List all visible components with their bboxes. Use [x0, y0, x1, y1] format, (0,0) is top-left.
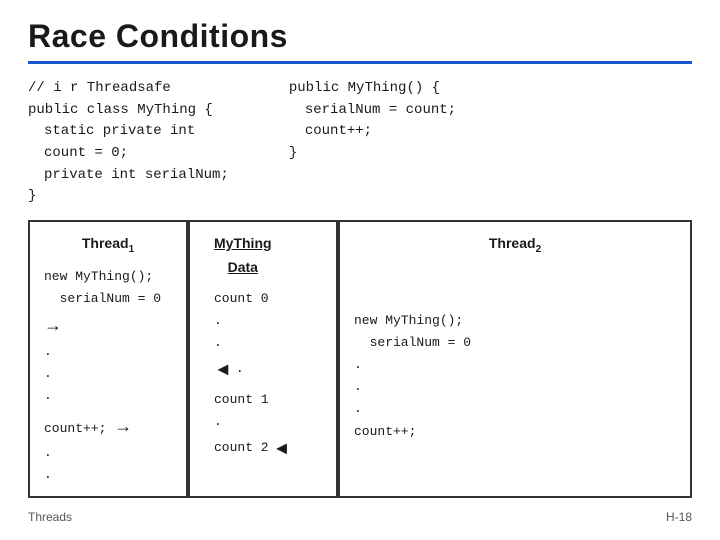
t2-line-1: new MyThing(); — [354, 310, 676, 332]
code-right-line-1: public MyThing() { — [289, 78, 456, 100]
t1-line-8: . — [44, 464, 172, 486]
code-line-4: count = 0; — [44, 143, 229, 165]
title-area: Race Conditions — [28, 18, 692, 64]
code-right-line-4: } — [289, 143, 456, 165]
footer-left: Threads — [28, 510, 72, 524]
code-right-line-2: serialNum = count; — [305, 100, 456, 122]
middle-header: MyThingData — [214, 232, 272, 280]
code-section: // i r Threadsafe public class MyThing {… — [28, 78, 692, 220]
t1-line-1: new MyThing(); — [44, 266, 172, 288]
code-line-5: private int serialNum; — [44, 165, 229, 187]
t1-line-5: . — [44, 385, 172, 407]
t1-line-2: serialNum = 0 → — [44, 288, 172, 341]
m-line-4: ◄ . — [214, 354, 244, 385]
code-right: public MyThing() { serialNum = count; co… — [289, 78, 456, 208]
t1-line-6: count++; → — [44, 411, 172, 442]
footer-right: H-18 — [666, 510, 692, 524]
code-right-line-3: count++; — [305, 121, 456, 143]
thread1-subscript: 1 — [129, 244, 135, 255]
thread1-box: Thread1 new MyThing(); serialNum = 0 → .… — [28, 220, 188, 498]
slide-title: Race Conditions — [28, 18, 692, 55]
diagram-wrapper: Thread1 new MyThing(); serialNum = 0 → .… — [28, 220, 692, 498]
code-line-2: public class MyThing { — [28, 100, 229, 122]
m-line-6: . — [214, 411, 222, 433]
thread1-header: Thread1 — [44, 232, 172, 258]
t2-line-blank1 — [354, 266, 676, 288]
middle-box: MyThingData count 0 . . ◄ . count 1 . co… — [188, 220, 338, 498]
t1-line-3: . — [44, 341, 172, 363]
m-line-7: count 2 ◄ — [214, 433, 290, 464]
t2-line-3: . — [354, 354, 676, 376]
m-line-5: count 1 — [214, 389, 269, 411]
t2-line-6: count++; — [354, 421, 676, 443]
t2-line-blank2 — [354, 288, 676, 310]
code-left: // i r Threadsafe public class MyThing {… — [28, 78, 229, 208]
thread2-header: Thread2 — [354, 232, 676, 258]
m-line-3: . — [214, 332, 222, 354]
slide: Race Conditions // i r Threadsafe public… — [0, 0, 720, 540]
t1-line-4: . — [44, 363, 172, 385]
t1-line-7: . — [44, 442, 172, 464]
thread2-subscript: 2 — [536, 244, 542, 255]
m-line-1: count 0 — [214, 288, 269, 310]
t2-line-4: . — [354, 376, 676, 398]
code-line-1: // i r Threadsafe — [28, 78, 229, 100]
footer: Threads H-18 — [28, 506, 692, 524]
code-line-3: static private int — [44, 121, 229, 143]
t2-line-2: serialNum = 0 — [354, 332, 676, 354]
t2-line-5: . — [354, 398, 676, 420]
thread2-box: Thread2 new MyThing(); serialNum = 0 . .… — [338, 220, 692, 498]
code-line-6: } — [28, 186, 229, 208]
m-line-2: . — [214, 310, 222, 332]
